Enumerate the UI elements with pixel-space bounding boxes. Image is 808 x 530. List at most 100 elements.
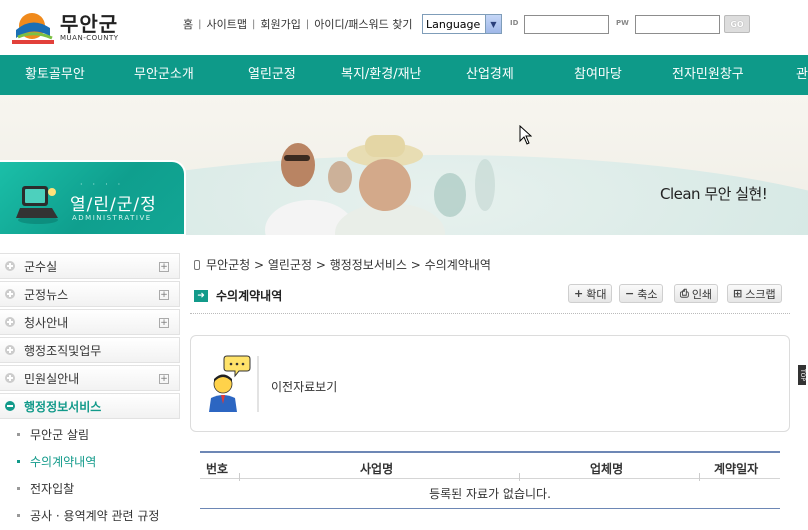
expand-icon[interactable]: + — [159, 318, 169, 328]
plus-circle-icon — [5, 345, 15, 355]
sidebar-item-mayor[interactable]: 군수실 + — [0, 253, 180, 279]
sidebar-subitem-label: 공사 · 용역계약 관련 규정 — [30, 509, 160, 523]
sidebar-item-organization[interactable]: 행정조직및업무 — [0, 337, 180, 363]
banner-people-image — [265, 135, 495, 235]
print-button[interactable]: ⎙ 인쇄 — [674, 284, 719, 303]
page-title: ➜ 수의계약내역 — [194, 287, 282, 304]
breadcrumb-path: 무안군청 > 열린군정 > 행정정보서비스 > 수의계약내역 — [206, 258, 491, 272]
column-separator — [699, 473, 700, 481]
nav-item-tourism[interactable]: 관 — [796, 55, 808, 95]
print-label: 인쇄 — [691, 287, 713, 301]
chevron-down-icon[interactable]: ▼ — [485, 15, 501, 33]
main-nav: 황토골무안 무안군소개 열린군정 복지/환경/재난 산업경제 참여마당 전자민원… — [0, 55, 808, 95]
section-title: 열/린/군/정 — [70, 195, 157, 215]
scroll-top-button[interactable]: TOP — [798, 365, 806, 385]
sidebar-subitem-label: 수의계약내역 — [30, 455, 97, 469]
printer-icon: ⎙ — [680, 286, 689, 300]
divider — [190, 313, 790, 314]
banner-slogan: Clean 무안 실현! — [660, 185, 768, 203]
mouse-cursor-icon — [519, 125, 532, 145]
county-name: 무안군 — [60, 12, 119, 36]
home-link[interactable]: 홈 — [183, 16, 193, 32]
column-header-contract-date: 계약일자 — [714, 462, 759, 476]
divider: | — [198, 18, 202, 30]
county-name-en: MUAN-COUNTY — [60, 34, 119, 42]
sidebar-item-label: 민원실안내 — [24, 371, 80, 386]
column-separator — [519, 473, 520, 481]
sidebar-item-admin-info[interactable]: 행정정보서비스 — [0, 393, 180, 419]
sidebar-item-label: 군수실 — [24, 259, 58, 274]
zoom-in-button[interactable]: + 확대 — [568, 284, 613, 303]
expand-icon[interactable]: + — [159, 290, 169, 300]
column-header-company: 업체명 — [590, 462, 624, 476]
sidebar-subitem-contracts[interactable]: 수의계약내역 — [0, 448, 180, 475]
nav-item-participation[interactable]: 참여마당 — [574, 55, 622, 95]
plus-circle-icon — [5, 261, 15, 271]
speaking-person-icon — [209, 355, 251, 412]
sidebar-item-label: 청사안내 — [24, 315, 69, 330]
language-select-value: Language — [426, 17, 481, 31]
expand-icon[interactable]: + — [159, 262, 169, 272]
nav-item-open-admin[interactable]: 열린군정 — [248, 55, 296, 95]
plus-icon: + — [574, 287, 584, 300]
sidebar-item-label: 행정정보서비스 — [24, 399, 102, 414]
main-content: 무안군청 > 열린군정 > 행정정보서비스 > 수의계약내역 ➜ 수의계약내역 … — [186, 236, 808, 530]
previous-data-link[interactable]: 이전자료보기 — [271, 378, 337, 395]
column-header-project-name: 사업명 — [360, 462, 394, 476]
sidebar-subitem-e-bidding[interactable]: 전자입찰 — [0, 475, 180, 502]
language-select[interactable]: Language ▼ — [422, 14, 502, 34]
utility-links: 홈 | 사이트맵 | 회원가입 | 아이디/패스워드 찾기 — [183, 16, 413, 32]
nav-item-county-intro[interactable]: 무안군소개 — [134, 55, 194, 95]
nav-item-hwangtogol[interactable]: 황토골무안 — [25, 55, 85, 95]
empty-message: 등록된 자료가 없습니다. — [429, 487, 551, 501]
table-header: 번호 사업명 업체명 계약일자 — [200, 451, 780, 481]
sidebar-item-civil-office[interactable]: 민원실안내 + — [0, 365, 180, 391]
zoom-out-button[interactable]: − 축소 — [619, 284, 664, 303]
sidebar-item-news[interactable]: 군정뉴스 + — [0, 281, 180, 307]
minus-icon: − — [625, 287, 635, 300]
id-label: ID — [510, 19, 519, 27]
county-logo[interactable]: 무안군 MUAN-COUNTY — [10, 8, 140, 48]
nav-item-industry[interactable]: 산업경제 — [466, 55, 514, 95]
arrow-right-icon: ➜ — [194, 289, 208, 302]
password-input[interactable] — [635, 15, 720, 34]
sidebar-subitem-label: 무안군 살림 — [30, 428, 90, 442]
column-header-number: 번호 — [206, 462, 229, 476]
computer-icon — [16, 186, 58, 224]
column-separator — [239, 473, 240, 481]
scrap-button[interactable]: ⊞ 스크랩 — [727, 284, 782, 303]
signup-link[interactable]: 회원가입 — [260, 16, 300, 32]
sidebar-item-label: 행정조직및업무 — [24, 343, 102, 358]
id-input[interactable] — [524, 15, 609, 34]
pw-label: PW — [616, 19, 629, 27]
divider: | — [251, 18, 256, 30]
minus-circle-icon — [5, 401, 15, 411]
sitemap-link[interactable]: 사이트맵 — [207, 16, 247, 32]
previous-data-box[interactable]: 이전자료보기 — [190, 335, 790, 432]
bullet-icon — [17, 460, 20, 463]
decorative-dots: ···· — [80, 180, 131, 189]
page-title-text: 수의계약내역 — [216, 289, 283, 303]
scrap-icon: ⊞ — [733, 287, 743, 300]
sidebar-subitem-label: 전자입찰 — [30, 482, 75, 496]
section-title-panel: ···· 열/린/군/정 ADMINISTRATIVE — [0, 160, 186, 236]
breadcrumb: 무안군청 > 열린군정 > 행정정보서비스 > 수의계약내역 — [194, 256, 491, 273]
nav-item-civil-service[interactable]: 전자민원창구 — [672, 55, 744, 95]
home-icon — [194, 259, 200, 270]
bullet-icon — [17, 433, 20, 436]
find-account-link[interactable]: 아이디/패스워드 찾기 — [314, 16, 412, 32]
sidebar-subitem-regulations[interactable]: 공사 · 용역계약 관련 규정 — [0, 502, 180, 529]
header: 무안군 MUAN-COUNTY 홈 | 사이트맵 | 회원가입 | 아이디/패스… — [0, 0, 808, 55]
expand-icon[interactable]: + — [159, 374, 169, 384]
login-go-button[interactable]: GO — [724, 15, 750, 33]
scrap-label: 스크랩 — [745, 287, 776, 301]
plus-circle-icon — [5, 373, 15, 383]
county-logo-mark-icon — [12, 10, 54, 46]
contracts-table: 번호 사업명 업체명 계약일자 등록된 자료가 없습니다. — [200, 451, 780, 509]
sidebar-item-label: 군정뉴스 — [24, 287, 69, 302]
sidebar-item-office-guide[interactable]: 청사안내 + — [0, 309, 180, 335]
plus-circle-icon — [5, 317, 15, 327]
sidebar-subitem-budget[interactable]: 무안군 살림 — [0, 421, 180, 448]
nav-item-welfare[interactable]: 복지/환경/재난 — [341, 55, 422, 95]
table-empty-row: 등록된 자료가 없습니다. — [200, 479, 780, 509]
